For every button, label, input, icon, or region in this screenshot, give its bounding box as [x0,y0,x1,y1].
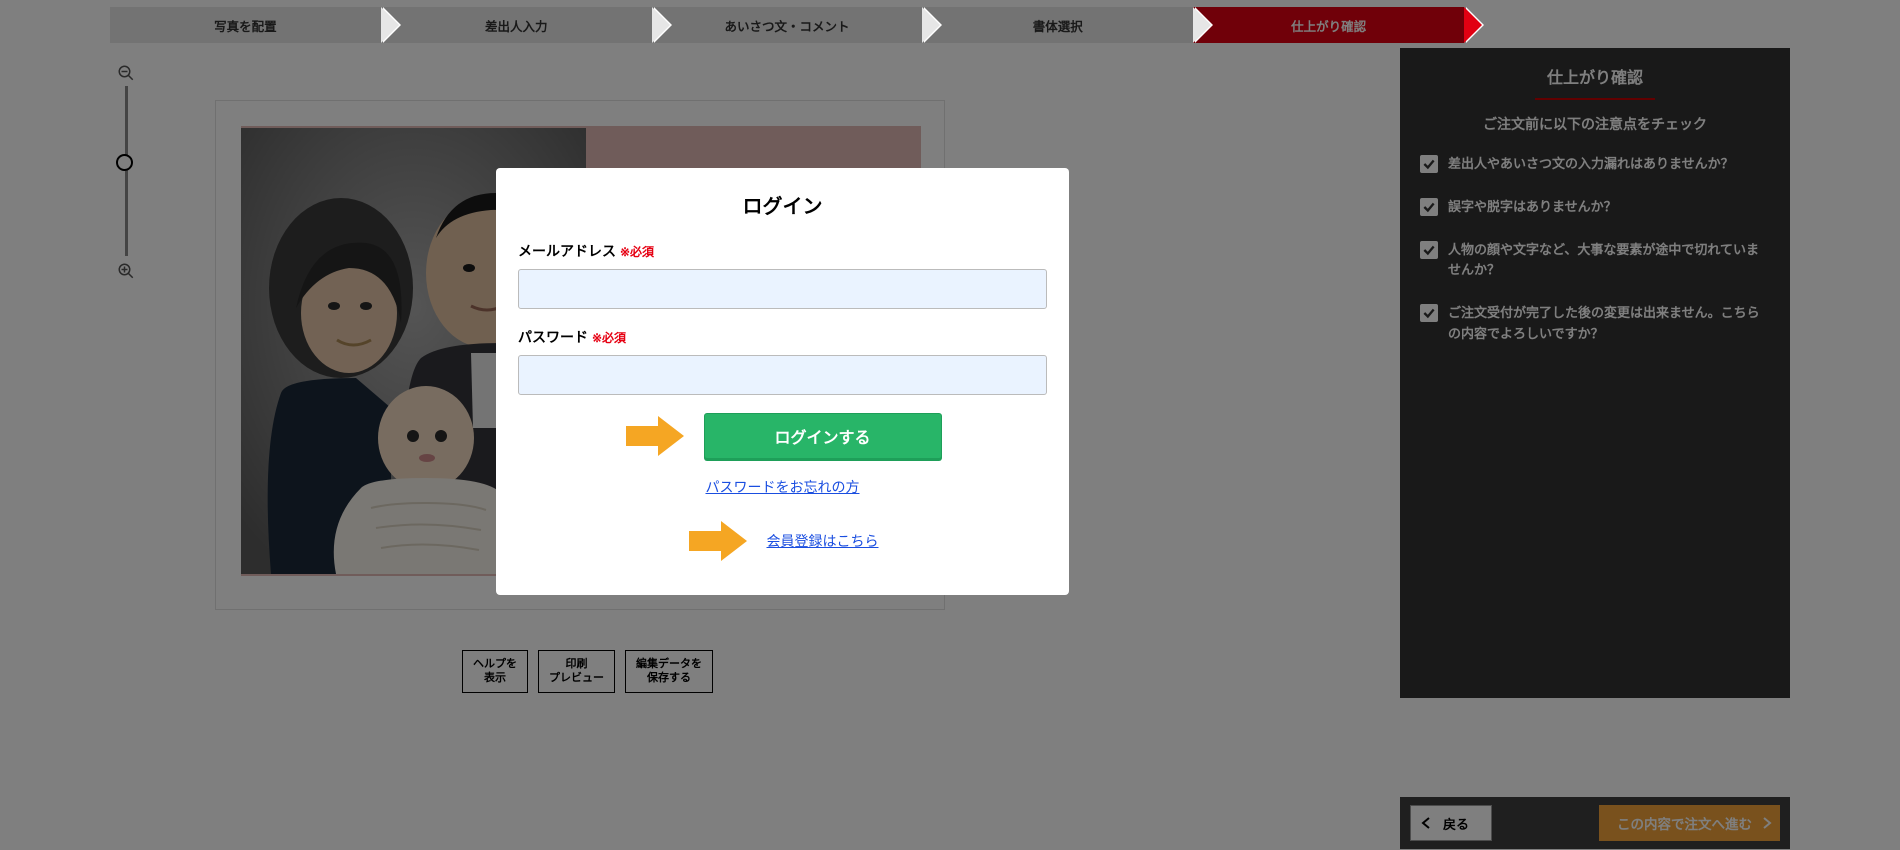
arrow-right-icon [624,414,686,458]
login-modal: ログイン メールアドレス※必須 パスワード※必須 ログインする パスワードをお忘… [496,168,1069,595]
modal-title: ログイン [518,190,1047,219]
password-label: パスワード※必須 [518,327,1047,347]
arrow-right-icon [687,519,749,563]
forgot-password-link[interactable]: パスワードをお忘れの方 [518,477,1047,497]
email-label: メールアドレス※必須 [518,241,1047,261]
register-link[interactable]: 会員登録はこちら [767,531,879,551]
password-input[interactable] [518,355,1047,395]
login-button[interactable]: ログインする [704,413,942,459]
email-input[interactable] [518,269,1047,309]
